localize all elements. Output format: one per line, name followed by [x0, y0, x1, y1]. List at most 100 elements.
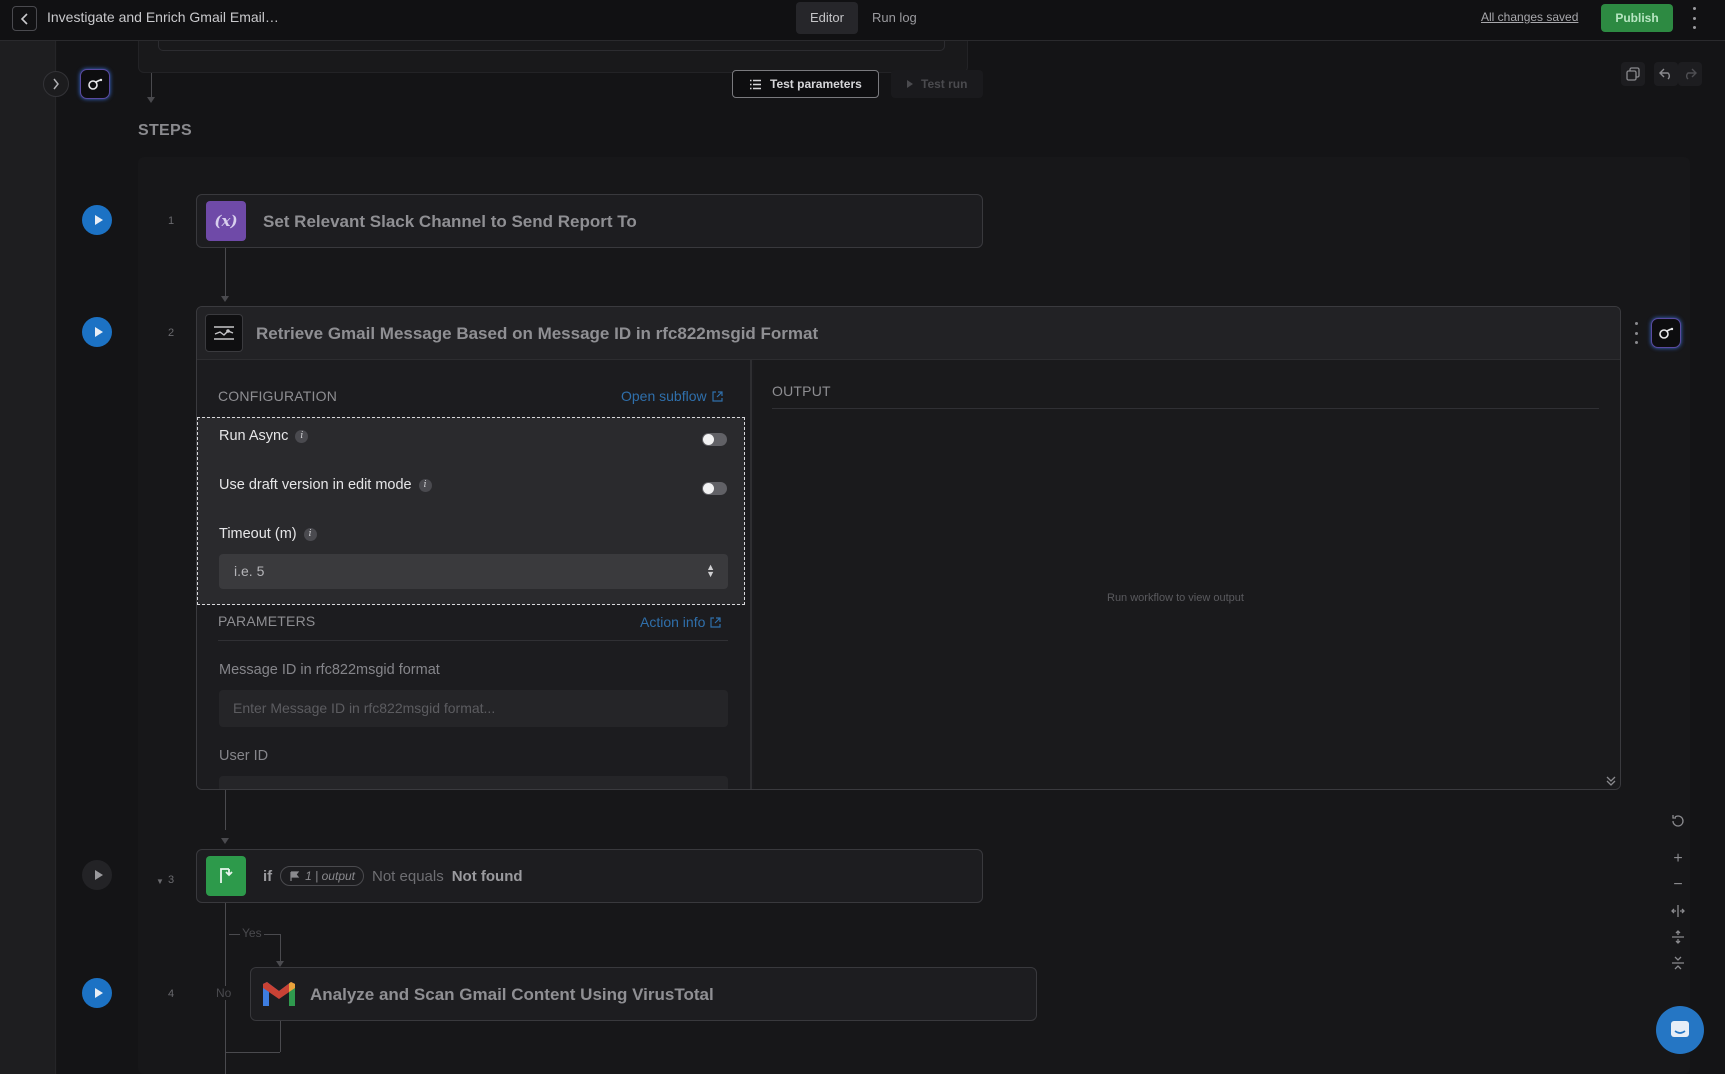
- user-id-input[interactable]: [219, 776, 728, 789]
- stepper-icon[interactable]: ▲ ▼: [706, 563, 715, 579]
- list-icon: [750, 79, 761, 89]
- step-number: 4: [168, 988, 175, 1000]
- action-info-label: Action info: [640, 614, 706, 630]
- branch-icon: [206, 856, 246, 896]
- canvas-controls: + −: [1665, 808, 1691, 976]
- ai-assistant-button[interactable]: [80, 69, 110, 99]
- step-number: 2: [168, 327, 175, 339]
- step-number: 3: [168, 874, 175, 886]
- run-async-toggle[interactable]: [702, 433, 727, 446]
- test-parameters-button[interactable]: Test parameters: [732, 70, 879, 98]
- step-title: Analyze and Scan Gmail Content Using Vir…: [310, 985, 714, 1004]
- value-label: Not found: [451, 867, 523, 885]
- open-subflow-label: Open subflow: [621, 388, 707, 404]
- connector-arrow: [221, 838, 229, 844]
- reset-view-icon[interactable]: [1665, 808, 1691, 834]
- zoom-out-icon[interactable]: −: [1665, 872, 1691, 898]
- run-step-2-button[interactable]: [82, 317, 112, 347]
- expand-sidebar-button[interactable]: [43, 71, 69, 97]
- redo-button[interactable]: [1678, 62, 1702, 86]
- publish-button[interactable]: Publish: [1601, 4, 1673, 32]
- step-card-1[interactable]: (x) Set Relevant Slack Channel to Send R…: [196, 194, 983, 248]
- steps-heading: STEPS: [138, 122, 192, 139]
- timeout-text: Timeout (m): [219, 526, 297, 542]
- message-id-label: Message ID in rfc822msgid format: [219, 662, 440, 678]
- draft-version-text: Use draft version in edit mode: [219, 477, 412, 493]
- zoom-in-icon[interactable]: +: [1665, 846, 1691, 872]
- ai-assistant-icon: [88, 78, 103, 90]
- tab-editor[interactable]: Editor: [796, 2, 858, 34]
- chat-icon: [1671, 1021, 1689, 1037]
- chevron-right-icon: [53, 78, 59, 90]
- draft-version-toggle[interactable]: [702, 482, 727, 495]
- divider: [772, 408, 1599, 409]
- connector-arrow: [147, 97, 155, 103]
- undo-button[interactable]: [1654, 62, 1678, 86]
- connector-line: [225, 790, 226, 830]
- message-id-placeholder: Enter Message ID in rfc822msgid format..…: [233, 700, 496, 716]
- step-title: Set Relevant Slack Channel to Send Repor…: [263, 212, 637, 231]
- info-icon[interactable]: i: [418, 478, 432, 492]
- output-heading: OUTPUT: [772, 383, 831, 399]
- test-run-button[interactable]: Test run: [891, 70, 984, 98]
- parameters-heading: PARAMETERS: [218, 613, 316, 629]
- collapse-branch-icon[interactable]: ▼: [156, 877, 164, 886]
- step-2-ai-button[interactable]: [1651, 318, 1681, 348]
- workflow-title[interactable]: Investigate and Enrich Gmail Email…: [47, 9, 279, 25]
- run-async-label: Run Async i: [219, 428, 309, 444]
- run-step-4-button[interactable]: [82, 978, 112, 1008]
- fit-height-icon[interactable]: [1665, 924, 1691, 950]
- connector-arrow: [221, 296, 229, 302]
- chip-label: 1 | output: [305, 869, 355, 883]
- timeout-label: Timeout (m) i: [219, 526, 317, 542]
- draft-version-label: Use draft version in edit mode i: [219, 477, 432, 493]
- test-run-label: Test run: [921, 77, 968, 91]
- message-id-input[interactable]: Enter Message ID in rfc822msgid format..…: [219, 690, 728, 727]
- configuration-heading: CONFIGURATION: [218, 388, 338, 404]
- output-panel: [754, 360, 1620, 789]
- external-link-icon: [710, 616, 721, 628]
- chevron-left-icon: [20, 12, 28, 25]
- output-chip[interactable]: 1 | output: [280, 866, 364, 886]
- yes-branch-label: Yes: [240, 926, 264, 940]
- flag-icon: [290, 870, 300, 881]
- connector-line: [225, 248, 226, 296]
- left-rail: [0, 41, 56, 1074]
- run-step-3-button[interactable]: [82, 860, 112, 890]
- timeout-input[interactable]: i.e. 5 ▲ ▼: [219, 554, 728, 589]
- action-info-link[interactable]: Action info: [640, 614, 721, 630]
- variable-icon-glyph: (x): [214, 212, 238, 230]
- branch-line: [226, 1052, 280, 1053]
- info-icon[interactable]: i: [295, 429, 309, 443]
- tab-run-log[interactable]: Run log: [858, 2, 931, 34]
- save-status[interactable]: All changes saved: [1481, 10, 1578, 24]
- external-link-icon: [712, 390, 723, 402]
- more-menu-icon[interactable]: [1688, 7, 1700, 29]
- step-card-4[interactable]: Analyze and Scan Gmail Content Using Vir…: [250, 967, 1037, 1021]
- timeout-placeholder: i.e. 5: [234, 563, 265, 579]
- info-icon[interactable]: i: [303, 527, 317, 541]
- test-parameters-label: Test parameters: [770, 77, 862, 91]
- top-bar: Investigate and Enrich Gmail Email… Edit…: [0, 0, 1725, 41]
- step-2-header[interactable]: Retrieve Gmail Message Based on Message …: [197, 307, 1620, 360]
- back-button[interactable]: [12, 6, 37, 31]
- run-step-1-button[interactable]: [82, 205, 112, 235]
- view-tabs: Editor Run log: [796, 2, 931, 34]
- step-card-3[interactable]: if 1 | output Not equals Not found: [196, 849, 983, 903]
- variable-icon: (x): [206, 201, 246, 241]
- condition-row: if 1 | output Not equals Not found: [263, 866, 523, 886]
- output-empty-message: Run workflow to view output: [1107, 592, 1244, 604]
- no-branch-label: No: [214, 986, 234, 1000]
- step-2-menu-icon[interactable]: [1633, 322, 1639, 344]
- open-subflow-link[interactable]: Open subflow: [621, 388, 723, 404]
- resize-handle-icon[interactable]: [1604, 773, 1618, 787]
- fit-width-icon[interactable]: [1665, 898, 1691, 924]
- copy-button[interactable]: [1621, 62, 1645, 86]
- undo-icon: [1659, 68, 1670, 80]
- gmail-icon: [259, 974, 299, 1014]
- collapse-all-icon[interactable]: [1665, 950, 1691, 976]
- chat-support-button[interactable]: [1656, 1006, 1704, 1054]
- copy-icon: [1626, 67, 1640, 81]
- redo-icon: [1686, 68, 1697, 80]
